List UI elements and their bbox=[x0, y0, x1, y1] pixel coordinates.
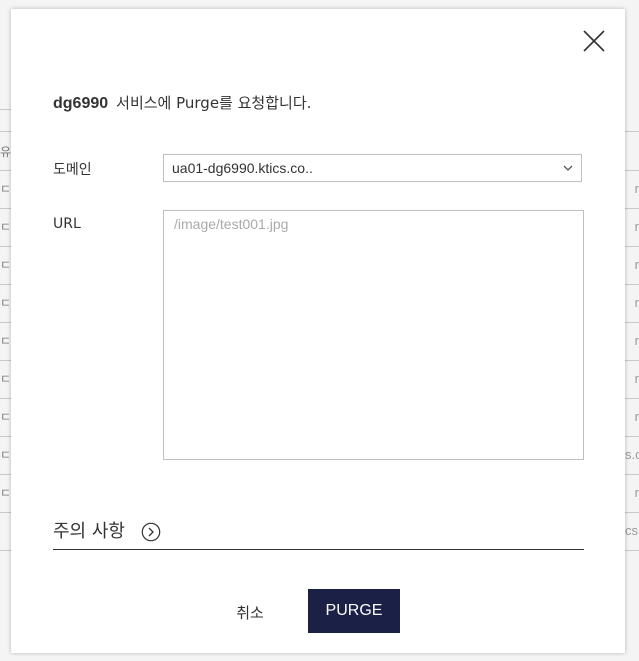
bg-divider bbox=[625, 208, 639, 209]
bg-cell-text: ㄷ bbox=[0, 486, 12, 500]
bg-divider bbox=[625, 322, 639, 323]
cancel-button[interactable]: 취소 bbox=[223, 597, 277, 627]
notice-label: 주의 사항 bbox=[53, 521, 125, 542]
bg-divider bbox=[0, 170, 11, 171]
bg-cell-text: r bbox=[634, 220, 639, 234]
bg-divider bbox=[625, 131, 639, 132]
bg-divider bbox=[0, 512, 11, 513]
close-icon bbox=[583, 30, 605, 52]
bg-divider bbox=[625, 398, 639, 399]
bg-divider bbox=[625, 360, 639, 361]
bg-cell-text: ㄷ bbox=[0, 334, 12, 348]
bg-divider bbox=[625, 246, 639, 247]
bg-cell-text: ㄷ bbox=[0, 410, 12, 424]
bg-cell-text: ㄷ bbox=[0, 448, 12, 462]
bg-cell-text: r bbox=[634, 372, 639, 386]
chevron-right-circle-icon bbox=[141, 522, 161, 542]
bg-divider bbox=[0, 131, 11, 132]
chevron-down-icon bbox=[563, 165, 573, 171]
bg-cell-text: s.c bbox=[625, 448, 639, 462]
bg-divider bbox=[0, 109, 11, 110]
bg-cell-text: r bbox=[634, 296, 639, 310]
bg-cell-text: 유 bbox=[0, 145, 12, 159]
bg-divider bbox=[625, 436, 639, 437]
url-label: URL bbox=[53, 216, 81, 232]
domain-select[interactable]: ua01-dg6990.ktics.co.. bbox=[163, 154, 582, 182]
bg-divider bbox=[625, 474, 639, 475]
bg-divider bbox=[0, 474, 11, 475]
bg-divider bbox=[0, 246, 11, 247]
bg-cell-text: ㄷ bbox=[0, 182, 12, 196]
title-message: 서비스에 Purge를 요청합니다. bbox=[116, 94, 312, 112]
bg-cell-text: r bbox=[634, 410, 639, 424]
bg-divider bbox=[0, 208, 11, 209]
bg-divider bbox=[0, 284, 11, 285]
bg-divider bbox=[0, 436, 11, 437]
domain-label: 도메인 bbox=[53, 162, 92, 178]
notice-toggle[interactable]: 주의 사항 bbox=[53, 514, 584, 550]
dialog-title: dg6990 서비스에 Purge를 요청합니다. bbox=[53, 92, 311, 113]
bg-divider bbox=[625, 512, 639, 513]
bg-cell-text: cs. bbox=[625, 524, 639, 538]
purge-dialog: dg6990 서비스에 Purge를 요청합니다. 도메인 ua01-dg6990… bbox=[11, 9, 625, 653]
bg-cell-text: r bbox=[634, 258, 639, 272]
bg-cell-text: r bbox=[634, 182, 639, 196]
bg-divider bbox=[625, 550, 639, 551]
bg-divider bbox=[0, 398, 11, 399]
url-input[interactable] bbox=[163, 210, 584, 460]
close-button[interactable] bbox=[580, 27, 608, 55]
bg-cell-text: r bbox=[634, 334, 639, 348]
bg-divider bbox=[625, 284, 639, 285]
bg-divider bbox=[625, 170, 639, 171]
bg-cell-text: ㄷ bbox=[0, 220, 12, 234]
bg-divider bbox=[0, 322, 11, 323]
bg-divider bbox=[0, 550, 11, 551]
bg-cell-text: ㄷ bbox=[0, 258, 12, 272]
purge-button[interactable]: PURGE bbox=[308, 589, 400, 633]
domain-select-value: ua01-dg6990.ktics.co.. bbox=[172, 160, 313, 176]
bg-divider bbox=[0, 360, 11, 361]
service-id: dg6990 bbox=[53, 95, 109, 112]
bg-cell-text: r bbox=[634, 486, 639, 500]
bg-cell-text: ㄷ bbox=[0, 372, 12, 386]
bg-cell-text: ㄷ bbox=[0, 296, 12, 310]
